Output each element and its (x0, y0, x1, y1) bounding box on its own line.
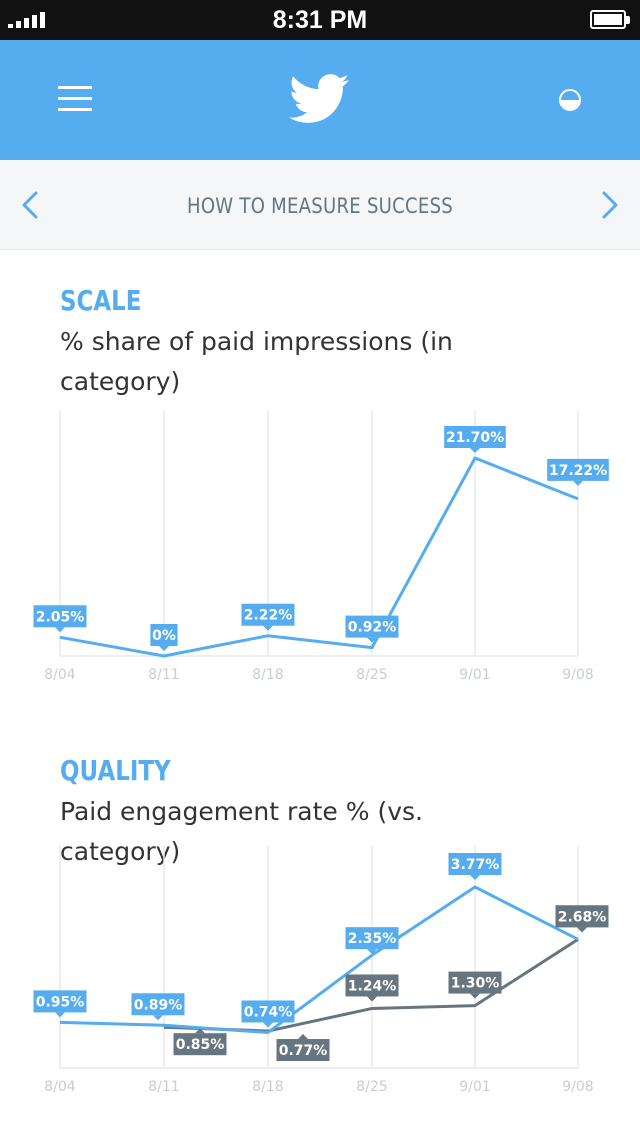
quality-section-title: QUALITY (60, 754, 171, 787)
data-label: 0.92% (345, 615, 399, 643)
page-title: HOW TO MEASURE SUCCESS (186, 194, 454, 218)
data-label: 0.77% (276, 1034, 330, 1062)
x-tick-label: 8/11 (148, 667, 179, 683)
data-label: 17.22% (547, 458, 609, 486)
data-label: 2.35% (345, 927, 399, 955)
x-tick-label: 9/08 (562, 667, 593, 683)
section-navigation: HOW TO MEASURE SUCCESS (0, 160, 640, 250)
data-label: 2.05% (33, 605, 87, 633)
twitter-bird-icon (289, 74, 349, 123)
data-label: 0.85% (173, 1028, 227, 1056)
scale-line-chart: 8/04 8/11 8/18 8/25 9/01 9/08 2.05% 0% 2.22% 0.92… (33, 410, 609, 683)
scale-section-subtitle: % share of paid impressions (in category… (60, 327, 453, 396)
x-tick-label: 9/01 (459, 1079, 490, 1095)
svg-text:0.95%: 0.95% (36, 994, 85, 1010)
svg-text:3.77%: 3.77% (451, 857, 500, 873)
chevron-right-icon[interactable] (594, 188, 624, 222)
app-header (0, 40, 640, 160)
data-label: 3.77% (448, 853, 502, 880)
svg-text:0.89%: 0.89% (134, 997, 183, 1013)
svg-text:0.74%: 0.74% (244, 1004, 293, 1020)
status-bar: 8:31 PM (0, 0, 640, 40)
svg-text:2.22%: 2.22% (244, 608, 293, 624)
data-label: 0% (150, 624, 178, 651)
svg-text:0.85%: 0.85% (176, 1037, 225, 1053)
data-label: 0.95% (33, 990, 87, 1018)
svg-text:0.92%: 0.92% (348, 620, 397, 636)
x-tick-label: 8/04 (44, 1079, 76, 1095)
x-tick-label: 8/11 (148, 1079, 179, 1095)
quality-line-chart: 8/04 8/11 8/18 8/25 9/01 9/08 0.95% 0.89% 0.74% 2… (33, 845, 609, 1095)
battery-icon (590, 10, 630, 29)
series-line (59, 456, 579, 658)
svg-text:21.70%: 21.70% (446, 430, 504, 446)
svg-text:1.24%: 1.24% (348, 978, 397, 994)
data-label: 21.70% (444, 426, 506, 453)
svg-text:0%: 0% (152, 628, 176, 644)
svg-text:2.68%: 2.68% (558, 909, 607, 925)
data-label: 0.89% (131, 993, 185, 1021)
scale-section-title: SCALE (60, 284, 142, 317)
half-circle-toggle-icon[interactable] (558, 88, 582, 112)
x-tick-label: 8/04 (44, 667, 76, 683)
data-label: 2.22% (241, 603, 295, 631)
chevron-left-icon[interactable] (16, 188, 46, 222)
x-tick-label: 8/25 (356, 667, 387, 683)
svg-text:0.77%: 0.77% (279, 1043, 328, 1059)
data-label: 1.24% (345, 974, 399, 1002)
svg-text:17.22%: 17.22% (549, 463, 607, 479)
x-tick-label: 8/25 (356, 1079, 387, 1095)
svg-text:2.35%: 2.35% (348, 931, 397, 947)
x-tick-label: 9/01 (459, 667, 490, 683)
x-tick-label: 8/18 (252, 667, 283, 683)
x-tick-label: 9/08 (562, 1079, 593, 1095)
data-label: 0.74% (241, 1000, 295, 1028)
hamburger-menu-icon[interactable] (58, 84, 92, 114)
status-time: 8:31 PM (272, 6, 368, 34)
svg-text:1.30%: 1.30% (451, 976, 500, 992)
x-tick-label: 8/18 (252, 1079, 283, 1095)
svg-text:2.05%: 2.05% (36, 609, 85, 625)
data-label: 2.68% (555, 905, 609, 933)
